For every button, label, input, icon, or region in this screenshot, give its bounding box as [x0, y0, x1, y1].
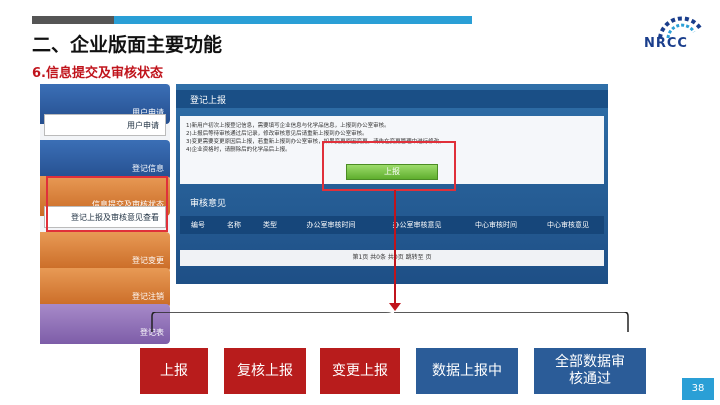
status-box-recheck-report: 复核上报 [224, 348, 306, 394]
page-subtitle: 6.信息提交及审核状态 [32, 66, 163, 81]
arrow-down-icon [389, 303, 401, 311]
arrow-line [394, 190, 396, 308]
sidebar-item-registration-info[interactable]: 登记信息 [40, 140, 170, 180]
sidebar-item-registration-cancel[interactable]: 登记注销 [40, 268, 170, 308]
table-column-header: 中心审核意见 [547, 221, 589, 229]
header-bar-blue [114, 16, 472, 24]
status-box-data-reporting: 数据上报中 [416, 348, 518, 394]
highlight-box-report [322, 141, 456, 191]
status-box-report: 上报 [140, 348, 208, 394]
sidebar-item-registration-change[interactable]: 登记变更 [40, 232, 170, 272]
status-box-all-approved: 全部数据审核通过 [534, 348, 646, 394]
table-column-header: 办公室审核时间 [306, 221, 356, 229]
highlight-box-sidebar [46, 176, 168, 232]
status-box-change-report: 变更上报 [320, 348, 400, 394]
table-column-header: 中心审核时间 [475, 221, 517, 229]
header-bar-gray [32, 16, 114, 24]
notice-line: 2)上报后等待审核通过后记录，修改审核意见后请重新上报到办公室审核。 [186, 131, 368, 137]
table-header: 编号 名称 类型 办公室审核时间 办公室审核意见 中心审核时间 中心审核意见 [180, 216, 604, 234]
table-column-header: 类型 [263, 221, 277, 229]
table-pager[interactable]: 第1页 共0条 共0页 跳转至 页 [180, 250, 604, 266]
page-number: 38 [682, 378, 714, 400]
sidebar-subitem-user-apply[interactable]: 用户申请 [44, 114, 166, 136]
section-header-audit: 审核意见 [190, 199, 227, 209]
section-header-report: 登记上报 [176, 90, 608, 108]
brace-connector [151, 312, 629, 332]
table-column-header: 名称 [227, 221, 241, 229]
logo-text: NRCC [644, 36, 688, 51]
table-column-header: 办公室审核意见 [392, 221, 442, 229]
table-column-header: 编号 [191, 221, 205, 229]
notice-line: 1)新用户初次上报登记信息，需要填写企业信息与化学品信息，上报到办公室审核。 [186, 123, 390, 129]
page-title: 二、企业版面主要功能 [32, 34, 223, 56]
